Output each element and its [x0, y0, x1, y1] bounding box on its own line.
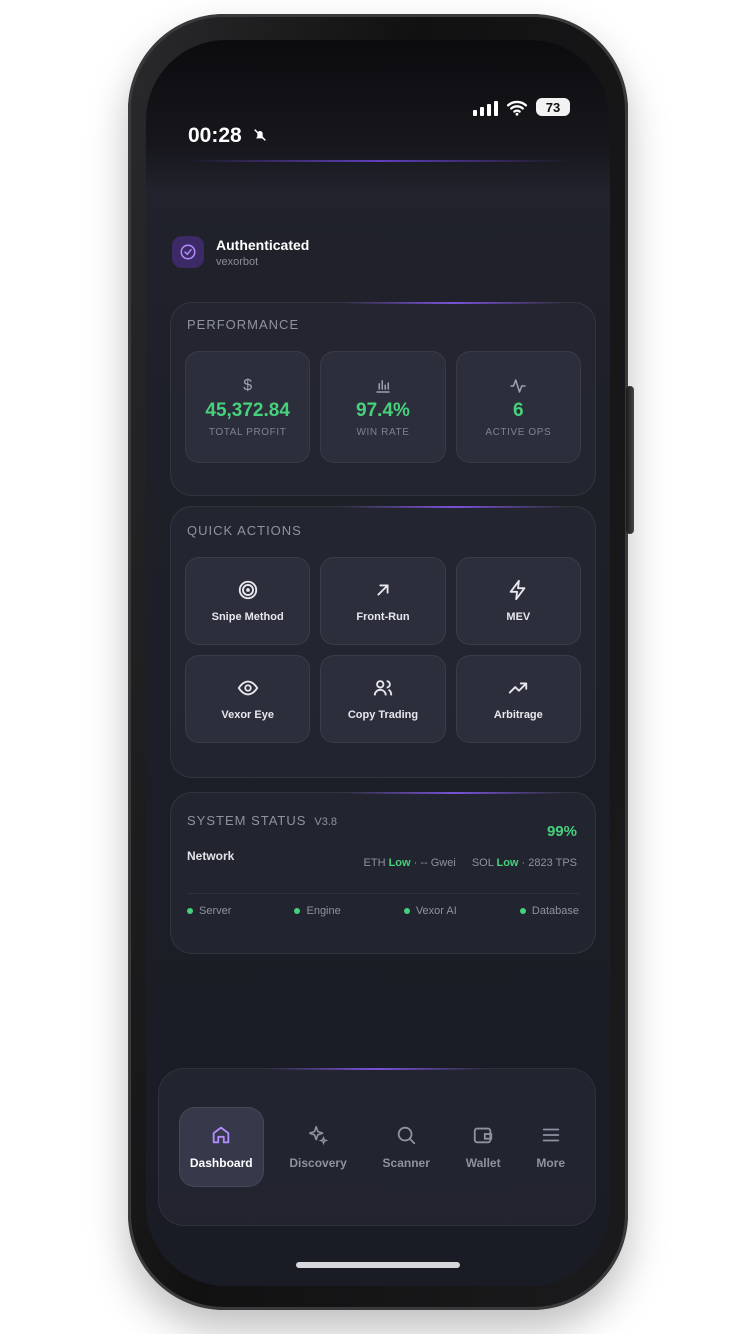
eth-detail: · -- Gwei	[413, 857, 456, 869]
system-status-title: SYSTEM STATUS v3.8	[187, 813, 337, 828]
menu-icon	[542, 1128, 559, 1142]
system-status-label: SYSTEM STATUS	[187, 813, 307, 828]
stat-win-rate[interactable]: 97.4% WIN RATE	[320, 351, 446, 463]
eye-icon	[237, 680, 258, 696]
services-list: Server Engine Vexor AI Database	[187, 905, 579, 917]
target-icon	[238, 580, 257, 600]
search-icon	[397, 1126, 416, 1145]
sol-name: SOL	[471, 857, 494, 869]
trending-up-icon	[509, 682, 528, 694]
auth-status: Authenticated	[216, 236, 310, 253]
status-dot	[187, 908, 193, 914]
sparkle-icon	[308, 1125, 329, 1146]
verified-check-icon	[172, 236, 204, 268]
quick-actions-card: QUICK ACTIONS Snipe Method Front-Run MEV…	[170, 506, 596, 778]
wifi-icon	[506, 100, 528, 116]
silent-bell-icon	[253, 129, 266, 141]
service-label: Vexor AI	[415, 905, 457, 917]
status-dot	[294, 908, 301, 914]
network-values: ETH Low · -- Gwei SOL Low · 2823 TPS	[364, 857, 577, 869]
service-vexor-ai: Vexor AI	[403, 905, 457, 917]
action-label: MEV	[506, 611, 531, 623]
vexor-eye-button[interactable]: Vexor Eye	[185, 655, 311, 743]
nav-label: Discovery	[289, 1156, 347, 1170]
performance-title: PERFORMANCE	[187, 317, 300, 332]
service-label: Server	[199, 905, 232, 917]
uptime-value: 99%	[546, 823, 577, 840]
eth-status: ETH Low · -- Gwei	[364, 857, 456, 869]
network-label: Network	[187, 849, 235, 863]
activity-icon	[510, 378, 526, 393]
status-time: 00:28	[188, 124, 268, 148]
arrow-up-right-icon	[377, 584, 389, 596]
bottom-nav: Dashboard Discovery Scanner Wallet More	[158, 1068, 596, 1226]
stat-label: WIN RATE	[356, 426, 410, 438]
action-label: Vexor Eye	[221, 709, 274, 721]
stat-value: 97.4%	[356, 399, 410, 421]
arbitrage-button[interactable]: Arbitrage	[455, 655, 581, 743]
stat-label: ACTIVE OPS	[485, 426, 552, 438]
sol-level: Low	[496, 857, 519, 869]
nav-label: Wallet	[465, 1156, 501, 1170]
action-label: Snipe Method	[211, 611, 284, 623]
nav-item-dashboard[interactable]: Dashboard	[178, 1107, 264, 1187]
header-glow	[186, 160, 570, 162]
eth-level: Low	[388, 857, 411, 869]
users-icon	[373, 680, 393, 696]
time-text: 00:28	[188, 124, 242, 147]
home-indicator[interactable]	[296, 1262, 460, 1268]
sol-detail: · 2823 TPS	[521, 857, 577, 869]
action-label: Arbitrage	[493, 709, 543, 721]
service-database: Database	[519, 905, 579, 917]
copy-trading-button[interactable]: Copy Trading	[320, 655, 446, 743]
service-label: Engine	[306, 905, 341, 917]
performance-card: PERFORMANCE $ 45,372.84 TOTAL PROFIT 97.…	[170, 302, 596, 496]
version-badge: v3.8	[314, 816, 338, 828]
nav-label: More	[536, 1156, 566, 1170]
auth-header: Authenticated vexorbot	[172, 236, 309, 268]
lightning-icon	[510, 579, 526, 601]
quick-actions-title: QUICK ACTIONS	[187, 523, 302, 538]
status-dot	[519, 908, 526, 914]
stat-total-profit[interactable]: $ 45,372.84 TOTAL PROFIT	[185, 351, 311, 463]
mev-button[interactable]: MEV	[455, 557, 581, 645]
status-icons: 73	[473, 98, 570, 116]
system-status-card: SYSTEM STATUS v3.8 99% Network ETH Low · …	[170, 792, 596, 954]
stat-value: 6	[513, 399, 524, 421]
front-run-button[interactable]: Front-Run	[320, 557, 446, 645]
dollar-icon: $	[243, 376, 253, 394]
stat-value: 45,372.84	[205, 399, 290, 421]
eth-name: ETH	[363, 857, 386, 869]
status-dot	[403, 908, 410, 914]
service-server: Server	[187, 905, 231, 917]
bar-chart-icon	[376, 379, 390, 393]
snipe-method-button[interactable]: Snipe Method	[185, 557, 311, 645]
nav-label: Dashboard	[189, 1156, 253, 1170]
action-label: Copy Trading	[347, 709, 419, 721]
divider	[187, 893, 579, 894]
service-label: Database	[531, 905, 579, 917]
side-button	[626, 386, 634, 534]
stat-label: TOTAL PROFIT	[208, 426, 287, 438]
nav-item-scanner[interactable]: Scanner	[373, 1108, 440, 1186]
signal-icon	[473, 100, 498, 116]
action-label: Front-Run	[356, 611, 410, 623]
wallet-icon	[473, 1127, 493, 1144]
service-engine: Engine	[294, 905, 341, 917]
battery-icon: 73	[536, 98, 570, 116]
nav-item-more[interactable]: More	[526, 1108, 575, 1186]
app-screen: 00:28 73 Authenticated vexorbot PERFORMA…	[146, 40, 610, 1286]
sol-status: SOL Low · 2823 TPS	[472, 857, 577, 869]
auth-username: vexorbot	[216, 255, 259, 268]
nav-item-wallet[interactable]: Wallet	[456, 1108, 511, 1186]
phone-frame: 00:28 73 Authenticated vexorbot PERFORMA…	[128, 14, 634, 1310]
nav-item-discovery[interactable]: Discovery	[279, 1108, 356, 1186]
nav-label: Scanner	[382, 1156, 430, 1170]
home-icon	[212, 1126, 230, 1144]
stat-active-ops[interactable]: 6 ACTIVE OPS	[455, 351, 581, 463]
